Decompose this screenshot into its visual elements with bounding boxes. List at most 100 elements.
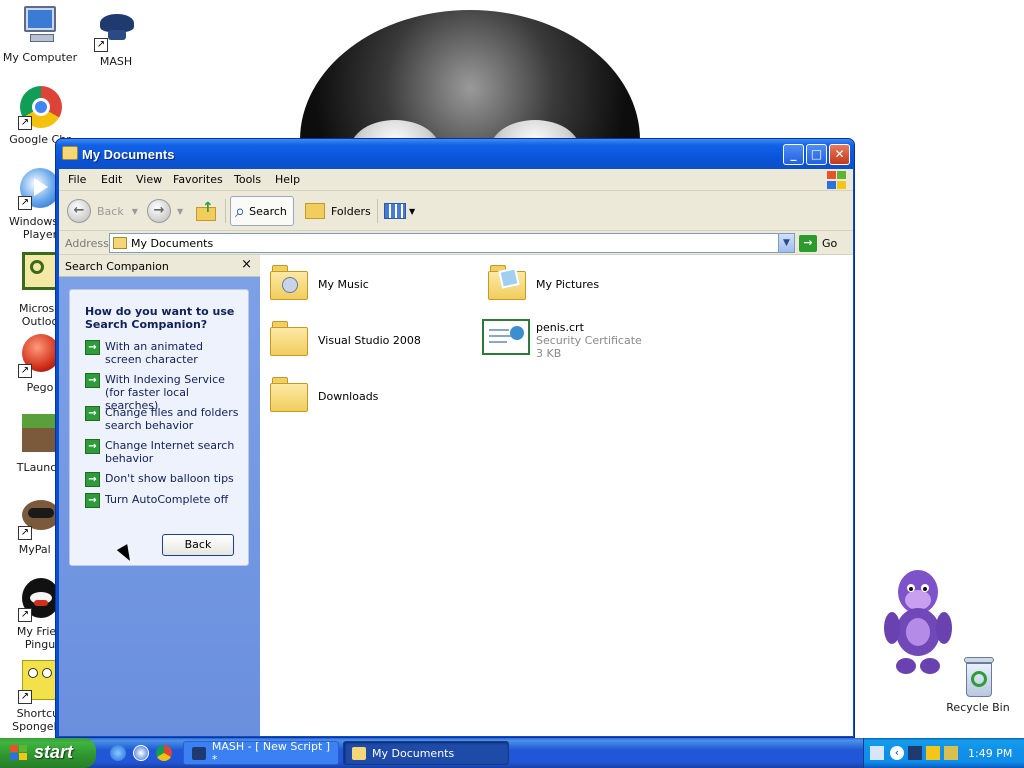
tray-app-icon[interactable] — [944, 746, 958, 760]
menu-tools[interactable]: Tools — [234, 173, 261, 186]
desktop-icon-mash[interactable]: ↗ MASH — [76, 8, 156, 68]
address-bar: Address My Documents ▼ → Go — [59, 231, 853, 255]
forward-arrow-icon: → — [147, 199, 171, 223]
search-icon: ⌕ — [235, 200, 246, 222]
address-label: Address — [65, 237, 109, 250]
back-arrow-icon: ← — [67, 199, 91, 223]
file-size: 3 KB — [536, 347, 562, 360]
mash-icon — [192, 746, 206, 760]
menu-favorites[interactable]: Favorites — [173, 173, 223, 186]
menu-edit[interactable]: Edit — [101, 173, 122, 186]
address-dropdown-button[interactable]: ▼ — [778, 234, 794, 252]
mash-icon: ↗ — [94, 8, 138, 52]
menu-file[interactable]: File — [68, 173, 86, 186]
green-arrow-icon: → — [85, 340, 100, 355]
back-button[interactable]: ← Back ▼ — [67, 196, 138, 226]
music-folder-icon — [270, 265, 310, 301]
option-label: Don't show balloon tips — [105, 472, 234, 485]
start-label: start — [34, 742, 74, 762]
folder-item-visual-studio-2008[interactable]: Visual Studio 2008 — [260, 315, 470, 365]
close-button[interactable]: ✕ — [829, 144, 850, 165]
option-autocomplete-off[interactable]: → Turn AutoComplete off — [85, 493, 243, 508]
address-input[interactable]: My Documents ▼ — [109, 233, 795, 253]
desktop-icon-google-chrome[interactable]: ↗ Google Chr — [0, 86, 80, 146]
option-change-files-folders[interactable]: → Change files and folders search behavi… — [85, 406, 243, 432]
desktop-icon-my-computer[interactable]: My Computer — [0, 4, 80, 64]
folders-label: Folders — [331, 204, 371, 218]
go-button[interactable]: → Go — [799, 234, 851, 252]
internet-explorer-icon[interactable] — [110, 745, 126, 761]
folders-button[interactable]: Folders — [305, 196, 371, 226]
search-companion-card: How do you want to use Search Companion?… — [69, 289, 249, 566]
search-companion-back-button[interactable]: Back — [162, 534, 234, 556]
forward-button[interactable]: → ▼ — [147, 196, 183, 226]
quick-launch-icon[interactable] — [133, 745, 149, 761]
folder-icon — [270, 377, 310, 413]
file-name: Downloads — [318, 390, 379, 403]
option-change-internet-search[interactable]: → Change Internet search behavior — [85, 439, 243, 465]
windows-logo-icon — [825, 170, 847, 190]
folder-item-my-music[interactable]: My Music — [260, 259, 470, 309]
file-name: penis.crt — [536, 321, 584, 334]
option-label: Turn AutoComplete off — [105, 493, 229, 506]
file-type: Security Certificate — [536, 334, 642, 347]
search-companion-pane: Search Companion × How do you want to us… — [59, 255, 260, 736]
option-animated-character[interactable]: → With an animated screen character — [85, 340, 243, 366]
keyboard-icon[interactable] — [870, 746, 884, 760]
shortcut-arrow-icon: ↗ — [18, 364, 32, 378]
start-button[interactable]: start — [0, 738, 96, 768]
green-arrow-icon: → — [85, 373, 100, 388]
windows-flag-icon — [10, 745, 28, 761]
window-title: My Documents — [82, 147, 175, 162]
tray-app-icon[interactable] — [926, 746, 940, 760]
chevron-down-icon: ▼ — [177, 206, 184, 216]
search-companion-header: Search Companion × — [59, 255, 260, 277]
views-button[interactable]: ▼ — [384, 196, 415, 226]
window-titlebar[interactable]: My Documents _ □ ✕ — [56, 139, 854, 169]
desktop-icon-label: Recycle Bin — [946, 701, 1010, 714]
close-icon[interactable]: × — [241, 257, 252, 272]
taskbar-item-my-documents[interactable]: My Documents — [343, 741, 509, 765]
maximize-button[interactable]: □ — [806, 144, 827, 165]
folder-icon — [352, 746, 366, 760]
chevron-left-icon[interactable]: ‹ — [890, 746, 904, 760]
desktop-icon-recycle-bin[interactable]: Recycle Bin — [940, 655, 1016, 714]
folder-icon — [270, 321, 310, 357]
desktop-icon-label: My Computer — [2, 51, 78, 64]
taskbar-item-mash[interactable]: MASH - [ New Script ] * — [183, 740, 339, 766]
file-item-penis-crt[interactable]: penis.crt Security Certificate 3 KB — [478, 315, 688, 365]
green-arrow-icon: → — [85, 406, 100, 421]
folder-item-my-pictures[interactable]: My Pictures — [478, 259, 688, 309]
search-companion-question: How do you want to use Search Companion? — [85, 305, 235, 331]
option-label: Change files and folders search behavior — [105, 406, 239, 432]
explorer-window[interactable]: My Documents _ □ ✕ File Edit View Favori… — [55, 138, 855, 738]
computer-icon — [18, 4, 62, 48]
folder-item-downloads[interactable]: Downloads — [260, 371, 470, 421]
menu-view[interactable]: View — [136, 173, 162, 186]
views-icon — [384, 203, 406, 219]
minimize-button[interactable]: _ — [783, 144, 804, 165]
folders-icon — [305, 203, 325, 219]
shortcut-arrow-icon: ↗ — [18, 526, 32, 540]
folder-icon — [62, 146, 78, 160]
toolbar: ← Back ▼ → ▼ ↑ ⌕ Search Folders ▼ — [59, 191, 853, 231]
window-body: File Edit View Favorites Tools Help ← Ba… — [59, 169, 853, 736]
menu-help[interactable]: Help — [275, 173, 300, 186]
up-folder-button[interactable]: ↑ — [196, 196, 218, 226]
address-value: My Documents — [131, 237, 214, 250]
green-arrow-icon: → — [85, 439, 100, 454]
chrome-icon[interactable] — [156, 745, 172, 761]
chevron-down-icon: ▼ — [409, 206, 416, 216]
task-label: My Documents — [372, 746, 455, 760]
mash-tray-icon[interactable] — [908, 746, 922, 760]
search-label: Search — [249, 204, 287, 218]
task-label: MASH - [ New Script ] * — [211, 740, 331, 766]
back-label: Back — [97, 204, 124, 218]
file-name: Visual Studio 2008 — [318, 334, 421, 347]
option-balloon-tips[interactable]: → Don't show balloon tips — [85, 472, 243, 487]
search-button[interactable]: ⌕ Search — [230, 196, 294, 226]
shortcut-arrow-icon: ↗ — [94, 38, 108, 52]
chrome-icon: ↗ — [18, 86, 62, 130]
search-companion-title: Search Companion — [65, 260, 169, 273]
shortcut-arrow-icon: ↗ — [18, 608, 32, 622]
